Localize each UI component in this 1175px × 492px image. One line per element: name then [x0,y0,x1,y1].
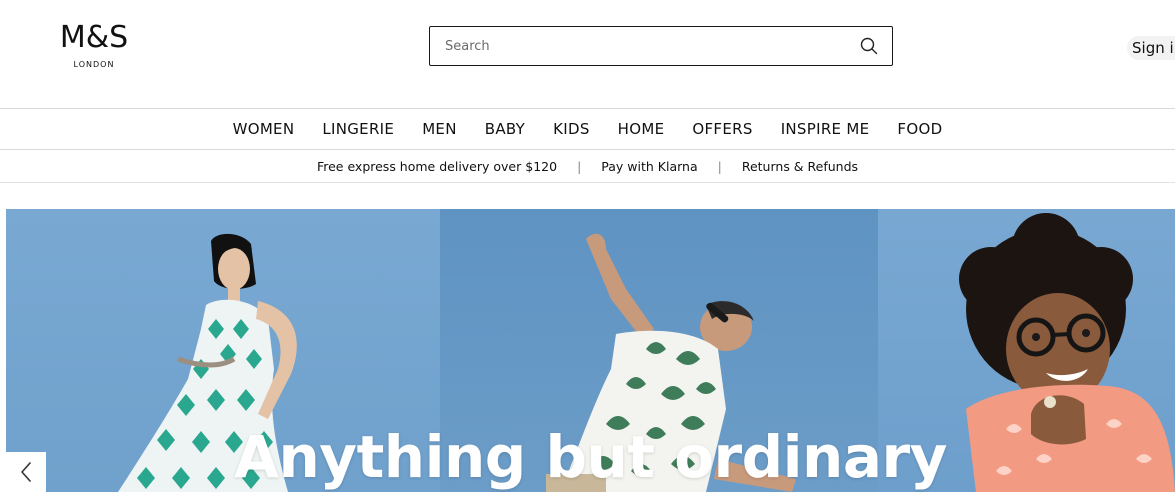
hero-banner[interactable]: Anything but ordinary [6,209,1175,492]
brand-name: M&S [59,20,129,55]
nav-item-home[interactable]: HOME [604,109,679,149]
search-icon [860,37,878,55]
nav-item-food[interactable]: FOOD [883,109,956,149]
brand-logo[interactable]: M&S LONDON [52,20,136,70]
nav-item-women[interactable]: WOMEN [219,109,309,149]
nav-item-men[interactable]: MEN [408,109,471,149]
carousel-prev-button[interactable] [6,452,46,492]
info-bar: Free express home delivery over $120 | P… [0,150,1175,183]
sign-in-link[interactable]: Sign in [1127,36,1175,60]
search-button[interactable] [852,29,886,63]
search-input[interactable] [430,27,852,65]
nav-item-inspire-me[interactable]: INSPIRE ME [767,109,884,149]
search-bar [429,26,893,66]
main-navigation: WOMEN LINGERIE MEN BABY KIDS HOME OFFERS… [0,108,1175,150]
delivery-info-link[interactable]: Free express home delivery over $120 [307,159,567,174]
nav-item-baby[interactable]: BABY [471,109,539,149]
nav-item-offers[interactable]: OFFERS [678,109,766,149]
site-header: M&S LONDON Sign in [0,0,1175,108]
nav-item-lingerie[interactable]: LINGERIE [308,109,408,149]
returns-refunds-link[interactable]: Returns & Refunds [732,159,868,174]
klarna-link[interactable]: Pay with Klarna [591,159,707,174]
nav-item-kids[interactable]: KIDS [539,109,604,149]
separator: | [717,158,722,174]
hero-title: Anything but ordinary [234,423,947,491]
chevron-left-icon [21,462,31,482]
separator: | [577,158,582,174]
brand-tagline: LONDON [73,60,115,69]
